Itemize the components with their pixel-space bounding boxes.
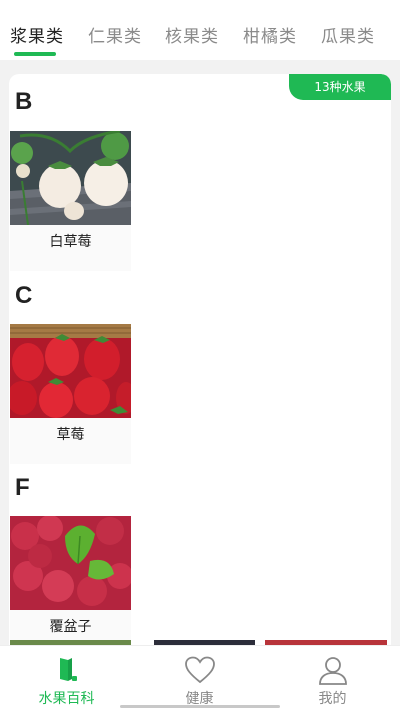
tab-pome[interactable]: 仁果类: [88, 22, 142, 47]
fruit-name: 白草莓: [49, 234, 92, 250]
nav-label: 我的: [318, 691, 347, 707]
fruit-item-white-strawberry[interactable]: 白草莓: [10, 131, 131, 271]
fruit-name: 草莓: [56, 427, 85, 443]
nav-label: 水果百科: [38, 691, 95, 707]
fruit-list-card: 13种水果 B 白草莓 C 草莓 F 覆盆子: [9, 74, 391, 654]
active-tab-indicator: [14, 52, 56, 56]
tab-melon[interactable]: 瓜果类: [321, 22, 375, 47]
user-icon: [318, 656, 348, 690]
strawberry-photo: [10, 324, 131, 418]
book-icon: [53, 656, 81, 688]
tab-berries[interactable]: 浆果类: [10, 22, 64, 47]
heart-icon: [184, 656, 216, 688]
nav-health[interactable]: 健康: [133, 646, 266, 711]
nav-profile[interactable]: 我的: [266, 646, 399, 711]
fruit-item-strawberry[interactable]: 草莓: [10, 324, 131, 464]
tab-citrus[interactable]: 柑橘类: [243, 22, 297, 47]
fruit-name: 覆盆子: [49, 619, 92, 635]
nav-fruit-encyclopedia[interactable]: 水果百科: [0, 646, 133, 711]
white-strawberry-photo: [10, 131, 131, 225]
fruit-count-badge: 13种水果: [289, 74, 391, 100]
category-tabs: 浆果类 仁果类 核果类 柑橘类 瓜果类: [0, 0, 400, 60]
tab-stone[interactable]: 核果类: [165, 22, 219, 47]
fruit-item-raspberry[interactable]: 覆盆子: [10, 516, 131, 654]
section-letter-c: C: [15, 282, 33, 309]
section-letter-f: F: [15, 474, 30, 501]
home-indicator: [120, 705, 280, 708]
section-letter-b: B: [15, 88, 33, 115]
bottom-nav: 水果百科 健康 我的: [0, 645, 400, 711]
raspberry-photo: [10, 516, 131, 610]
